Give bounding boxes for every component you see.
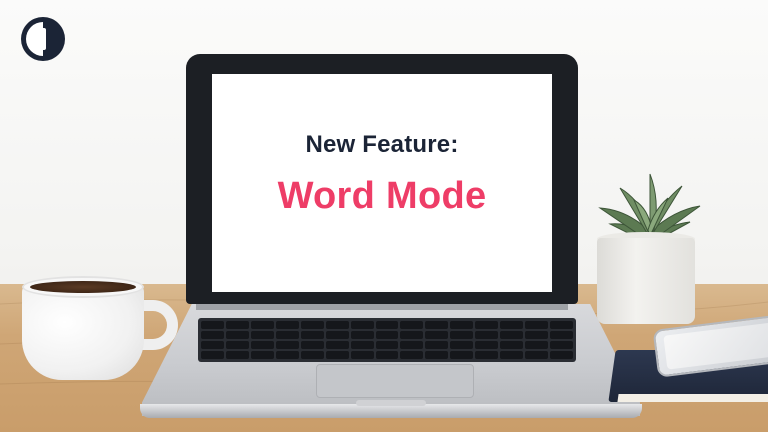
keyboard-key — [525, 341, 549, 349]
headline-text: New Feature: — [305, 130, 459, 158]
notebook-pages — [617, 394, 768, 402]
photo-scene: New Feature: Word Mode — [0, 0, 768, 432]
keyboard-key — [500, 331, 524, 339]
keyboard-key — [250, 341, 274, 349]
laptop-hinge — [196, 304, 568, 310]
keyboard-key — [275, 351, 299, 359]
keyboard-key — [550, 351, 573, 359]
phone-screen — [663, 322, 768, 370]
laptop-open-notch — [356, 400, 426, 406]
keyboard-key — [325, 341, 349, 349]
keyboard-key — [325, 331, 349, 339]
brand-logo-icon — [21, 17, 65, 61]
keyboard-key — [475, 331, 499, 339]
keyboard-key — [425, 321, 449, 329]
keyboard-key — [325, 351, 349, 359]
keyboard-key — [475, 321, 499, 329]
keyboard-key — [201, 341, 224, 349]
keyboard-key — [525, 331, 549, 339]
keyboard-key — [425, 341, 449, 349]
keyboard-key — [450, 331, 474, 339]
keyboard-key — [350, 351, 374, 359]
keyboard-key — [400, 341, 424, 349]
keyboard-key — [475, 341, 499, 349]
plant-pot — [597, 238, 695, 324]
keyboard-key — [201, 331, 224, 339]
laptop-touchpad — [316, 364, 474, 398]
keyboard-key — [275, 341, 299, 349]
keyboard-key — [325, 321, 349, 329]
keyboard-key — [300, 331, 324, 339]
keyboard-key — [450, 341, 474, 349]
keyboard-key — [350, 321, 374, 329]
keyboard-key — [500, 341, 524, 349]
keyboard-key — [400, 321, 424, 329]
keyboard-key — [225, 341, 249, 349]
keyboard-key — [225, 351, 249, 359]
keyboard-key — [550, 331, 573, 339]
keyboard-key — [375, 341, 399, 349]
keyboard-key — [300, 321, 324, 329]
keyboard-key — [375, 321, 399, 329]
feature-name-text: Word Mode — [277, 174, 487, 217]
keyboard-key — [525, 321, 549, 329]
keyboard-key — [425, 331, 449, 339]
keyboard-key — [250, 351, 274, 359]
keyboard-key — [250, 331, 274, 339]
keyboard-key — [350, 341, 374, 349]
keyboard-key — [400, 351, 424, 359]
laptop-keyboard — [198, 318, 576, 362]
keyboard-key — [300, 351, 324, 359]
keyboard-key — [201, 321, 224, 329]
keyboard-key — [500, 321, 524, 329]
keyboard-key — [450, 321, 474, 329]
keyboard-key — [275, 321, 299, 329]
keyboard-key — [425, 351, 449, 359]
keyboard-key — [300, 341, 324, 349]
keyboard-key — [550, 321, 573, 329]
keyboard-key — [400, 331, 424, 339]
keyboard-key — [525, 351, 549, 359]
keyboard-key — [375, 331, 399, 339]
coffee-mug — [22, 284, 144, 380]
keyboard-key — [201, 351, 224, 359]
keyboard-key — [250, 321, 274, 329]
laptop-front-edge — [140, 404, 642, 418]
keyboard-key — [550, 341, 573, 349]
coffee — [30, 281, 136, 293]
keyboard-key — [275, 331, 299, 339]
keyboard-key — [475, 351, 499, 359]
keyboard-key — [225, 321, 249, 329]
keyboard-key — [500, 351, 524, 359]
laptop-screen: New Feature: Word Mode — [212, 74, 552, 292]
keyboard-key — [225, 331, 249, 339]
keyboard-key — [350, 331, 374, 339]
keyboard-key — [375, 351, 399, 359]
keyboard-key — [450, 351, 474, 359]
